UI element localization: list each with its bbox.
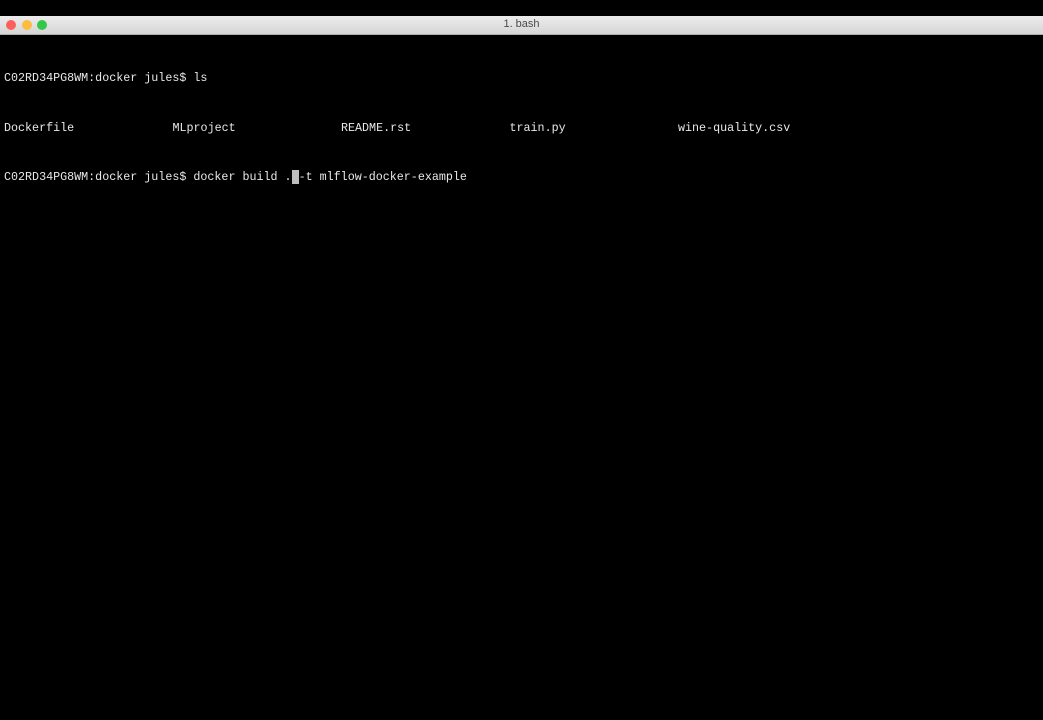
text-cursor — [291, 170, 299, 184]
file-item: Dockerfile — [4, 120, 75, 135]
file-item: wine-quality.csv — [678, 120, 791, 135]
command: -t mlflow-docker-example — [298, 170, 467, 184]
terminal-line: C02RD34PG8WM:docker jules$ ls — [4, 70, 847, 87]
title-bar: 1. bash — [0, 16, 1043, 35]
file-list: Dockerfile MLproject README.rst train.py win… — [4, 120, 847, 137]
terminal-output[interactable]: C02RD34PG8WM:docker jules$ ls Dockerfile… — [4, 37, 847, 202]
command: ls — [193, 71, 208, 85]
prompt: C02RD34PG8WM:docker jules$ — [4, 170, 194, 184]
terminal-line: C02RD34PG8WM:docker jules$ docker build … — [4, 169, 847, 186]
file-item: train.py — [509, 120, 566, 135]
file-item: MLproject — [172, 120, 236, 135]
window-title: 1. bash — [503, 18, 540, 30]
file-item: README.rst — [341, 120, 412, 135]
command: docker build . — [193, 170, 292, 184]
prompt: C02RD34PG8WM:docker jules$ — [4, 71, 194, 85]
